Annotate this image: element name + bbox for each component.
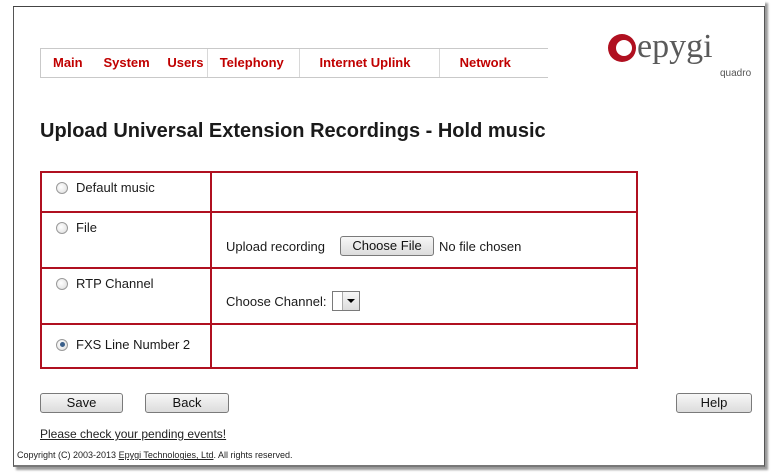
menu-item-users[interactable]: Users bbox=[155, 49, 206, 77]
rtp-channel-radio[interactable] bbox=[56, 277, 68, 290]
option-row-fxs: FXS Line Number 2 bbox=[40, 323, 638, 369]
no-file-chosen-text: No file chosen bbox=[439, 238, 522, 254]
choose-channel-label: Choose Channel: bbox=[226, 293, 327, 309]
channel-select[interactable] bbox=[332, 291, 361, 311]
choose-file-button[interactable]: Choose File bbox=[340, 236, 435, 256]
menu-item-internet-uplink[interactable]: Internet Uplink bbox=[299, 49, 438, 77]
save-button[interactable]: Save bbox=[40, 393, 123, 413]
frame-top-border bbox=[13, 0, 765, 7]
menu-item-system[interactable]: System bbox=[91, 49, 155, 77]
help-button[interactable]: Help bbox=[676, 393, 752, 413]
recording-options-table: Default music File Upload recording Choo… bbox=[40, 171, 638, 369]
option-row-file: File Upload recording Choose File No fil… bbox=[40, 211, 638, 269]
epygi-logo: epygi quadro bbox=[608, 28, 752, 80]
page-title: Upload Universal Extension Recordings - … bbox=[40, 120, 546, 142]
top-menu: Main System Users Telephony Internet Upl… bbox=[40, 48, 548, 78]
option-row-default-music: Default music bbox=[40, 171, 638, 213]
epygi-link[interactable]: Epygi Technologies, Ltd bbox=[119, 450, 214, 460]
logo-subtitle: quadro bbox=[720, 68, 752, 79]
menu-item-main[interactable]: Main bbox=[41, 49, 91, 77]
rtp-channel-label: RTP Channel bbox=[76, 276, 154, 291]
menu-item-network[interactable]: Network bbox=[440, 49, 548, 77]
file-label: File bbox=[76, 220, 97, 235]
logo-text: epygi bbox=[637, 28, 713, 65]
default-music-radio[interactable] bbox=[56, 181, 68, 194]
copyright-prefix: Copyright (C) 2003-2013 bbox=[17, 450, 119, 460]
pending-events-link[interactable]: Please check your pending events! bbox=[40, 427, 226, 441]
default-music-label: Default music bbox=[76, 180, 155, 195]
copyright-suffix: . All rights reserved. bbox=[213, 450, 293, 460]
upload-recording-label: Upload recording bbox=[226, 238, 326, 254]
logo-mark-icon bbox=[608, 34, 636, 62]
chevron-down-icon bbox=[342, 292, 360, 310]
file-radio[interactable] bbox=[56, 221, 68, 234]
option-row-rtp: RTP Channel Choose Channel: bbox=[40, 267, 638, 325]
menu-item-telephony[interactable]: Telephony bbox=[208, 49, 299, 77]
fxs-line-label: FXS Line Number 2 bbox=[76, 337, 191, 352]
fxs-line-radio[interactable] bbox=[56, 338, 68, 351]
copyright-text: Copyright (C) 2003-2013 Epygi Technologi… bbox=[17, 450, 293, 460]
back-button[interactable]: Back bbox=[145, 393, 229, 413]
